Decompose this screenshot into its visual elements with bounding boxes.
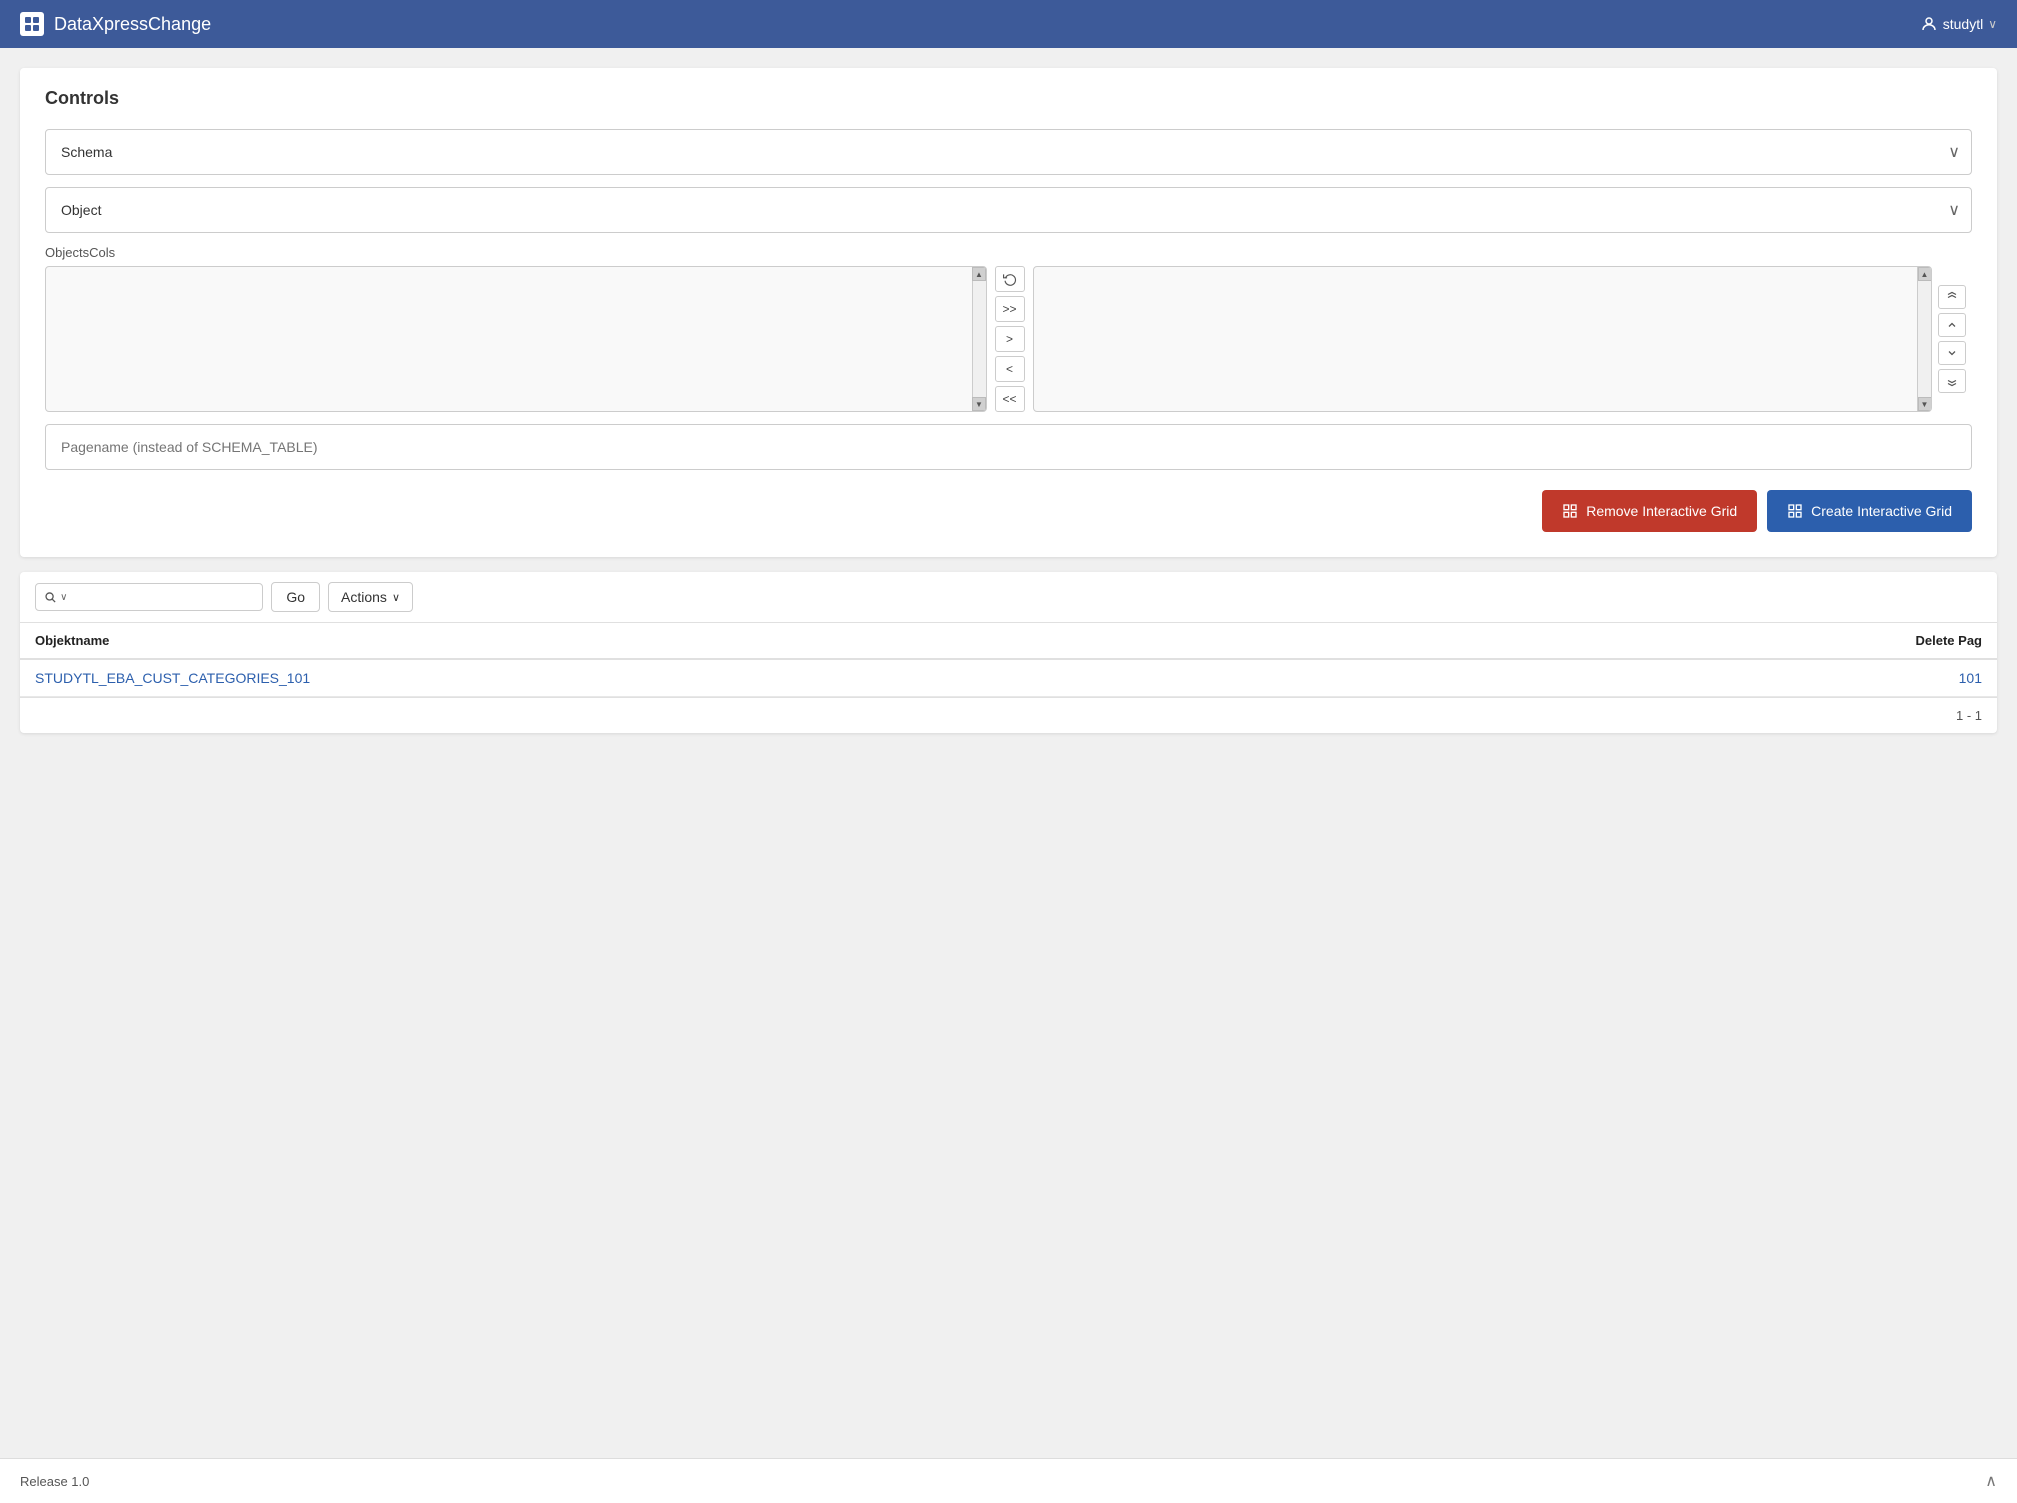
reorder-down-btn[interactable] <box>1938 341 1966 365</box>
schema-dropdown-wrapper: Schema ∨ <box>45 129 1972 175</box>
grid-table: Objektname Delete Pag STUDYTL_EBA_CUST_C… <box>20 623 1997 697</box>
right-scroll-up-btn[interactable]: ▲ <box>1918 267 1932 281</box>
create-grid-icon <box>1787 503 1803 519</box>
object-select[interactable]: Object <box>45 187 1972 233</box>
cell-objektname[interactable]: STUDYTL_EBA_CUST_CATEGORIES_101 <box>20 659 1522 697</box>
search-input[interactable] <box>72 589 255 605</box>
controls-card: Controls Schema ∨ Object ∨ ObjectsCols ▲ <box>20 68 1997 557</box>
transfer-right-list[interactable]: ▲ ▼ <box>1033 266 1933 412</box>
reorder-bottom-btn[interactable] <box>1938 369 1966 393</box>
objects-cols-label: ObjectsCols <box>45 245 1972 260</box>
transfer-right-area: ▲ ▼ <box>1033 266 1973 412</box>
actions-chevron-icon: ∨ <box>392 591 400 604</box>
remove-interactive-grid-button[interactable]: Remove Interactive Grid <box>1542 490 1757 532</box>
create-interactive-grid-button[interactable]: Create Interactive Grid <box>1767 490 1972 532</box>
schema-select[interactable]: Schema <box>45 129 1972 175</box>
grid-toolbar: ∨ Go Actions ∨ <box>20 572 1997 623</box>
transfer-left-list[interactable]: ▲ ▼ <box>45 266 987 412</box>
right-scrollbar[interactable]: ▲ ▼ <box>1917 267 1931 411</box>
left-scroll-down-btn[interactable]: ▼ <box>972 397 986 411</box>
left-scroll-up-btn[interactable]: ▲ <box>972 267 986 281</box>
footer-chevron-icon[interactable]: ∧ <box>1985 1471 1997 1491</box>
transfer-all-left-btn[interactable]: << <box>995 386 1025 412</box>
header-left: DataXpressChange <box>20 12 211 36</box>
left-scroll-track <box>973 281 986 397</box>
transfer-right-btn[interactable]: > <box>995 326 1025 352</box>
app-header: DataXpressChange studytl ∨ <box>0 0 2017 48</box>
controls-title: Controls <box>45 88 1972 109</box>
transfer-reset-btn[interactable] <box>995 266 1025 292</box>
transfer-all-right-btn[interactable]: >> <box>995 296 1025 322</box>
left-scrollbar[interactable]: ▲ ▼ <box>972 267 986 411</box>
transfer-area: ▲ ▼ >> > <box>45 266 1972 412</box>
app-logo <box>20 12 44 36</box>
grid-table-header: Objektname Delete Pag <box>20 623 1997 659</box>
right-scroll-down-btn[interactable]: ▼ <box>1918 397 1932 411</box>
user-menu[interactable]: studytl ∨ <box>1920 15 1997 33</box>
footer-release-label: Release 1.0 <box>20 1474 89 1489</box>
search-wrapper[interactable]: ∨ <box>35 583 263 611</box>
table-row: STUDYTL_EBA_CUST_CATEGORIES_101 101 <box>20 659 1997 697</box>
actions-button[interactable]: Actions ∨ <box>328 582 413 612</box>
right-scroll-track <box>1918 281 1931 397</box>
reorder-up-btn[interactable] <box>1938 313 1966 337</box>
search-chevron-icon[interactable]: ∨ <box>60 592 67 603</box>
reorder-buttons-group <box>1932 266 1972 412</box>
reorder-top-btn[interactable] <box>1938 285 1966 309</box>
col-header-objektname: Objektname <box>20 623 1522 659</box>
user-chevron-icon: ∨ <box>1988 17 1997 31</box>
go-button[interactable]: Go <box>271 582 320 612</box>
transfer-buttons-group: >> > < << <box>987 266 1033 412</box>
grid-section: ∨ Go Actions ∨ Objektname Delete Pag STU… <box>20 572 1997 733</box>
remove-grid-icon <box>1562 503 1578 519</box>
app-title: DataXpressChange <box>54 14 211 35</box>
main-content: Controls Schema ∨ Object ∨ ObjectsCols ▲ <box>0 48 2017 1458</box>
user-icon <box>1920 15 1938 33</box>
app-footer: Release 1.0 ∧ <box>0 1458 2017 1503</box>
username-label: studytl <box>1943 16 1983 32</box>
col-header-delete-page: Delete Pag <box>1522 623 1997 659</box>
action-buttons-group: Remove Interactive Grid Create Interacti… <box>45 490 1972 532</box>
grid-table-body: STUDYTL_EBA_CUST_CATEGORIES_101 101 <box>20 659 1997 697</box>
pagename-input[interactable] <box>45 424 1972 470</box>
cell-delete-page: 101 <box>1522 659 1997 697</box>
search-icon <box>44 590 56 604</box>
object-dropdown-wrapper: Object ∨ <box>45 187 1972 233</box>
transfer-left-btn[interactable]: < <box>995 356 1025 382</box>
grid-pagination: 1 - 1 <box>20 697 1997 733</box>
